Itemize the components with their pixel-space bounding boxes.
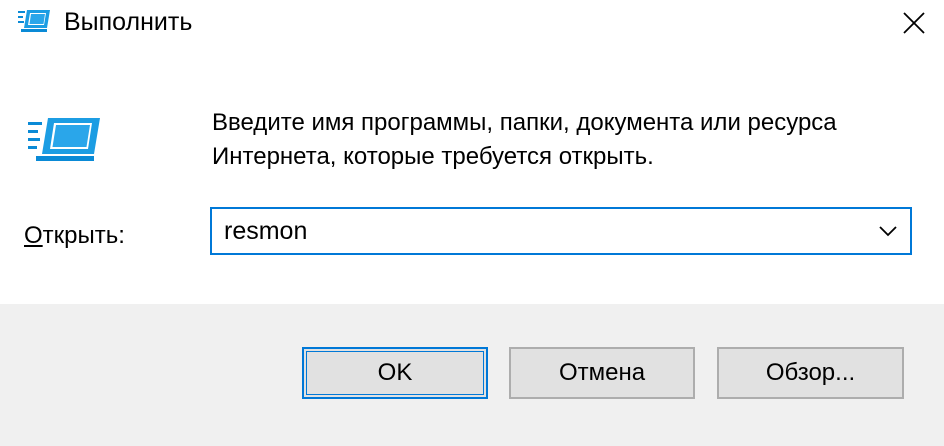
window-title: Выполнить (64, 8, 193, 36)
instruction-line-2: Интернета, которые требуется открыть. (212, 143, 654, 170)
run-dialog: Выполнить Введите имя программы, папки, … (0, 0, 944, 446)
open-label-text: ткрыть: (42, 222, 125, 249)
cancel-button[interactable]: Отмена (509, 347, 695, 399)
close-icon (903, 12, 925, 34)
run-icon (18, 10, 50, 32)
button-bar: OK Отмена Обзор... (0, 304, 944, 446)
instruction-line-1: Введите имя программы, папки, документа … (212, 109, 837, 136)
title-bar[interactable]: Выполнить (0, 0, 944, 52)
open-label-accelerator: О (24, 222, 43, 249)
open-input[interactable] (224, 209, 844, 253)
browse-button[interactable]: Обзор... (717, 347, 904, 399)
open-label: Открыть: (24, 222, 125, 250)
dropdown-button[interactable] (870, 209, 906, 253)
ok-button[interactable]: OK (302, 347, 488, 399)
close-button[interactable] (884, 0, 944, 46)
open-combobox[interactable] (210, 207, 912, 255)
run-icon (28, 118, 100, 161)
chevron-down-icon (879, 226, 897, 237)
dialog-body: Введите имя программы, папки, документа … (0, 56, 944, 304)
instruction-text: Введите имя программы, папки, документа … (212, 106, 922, 174)
